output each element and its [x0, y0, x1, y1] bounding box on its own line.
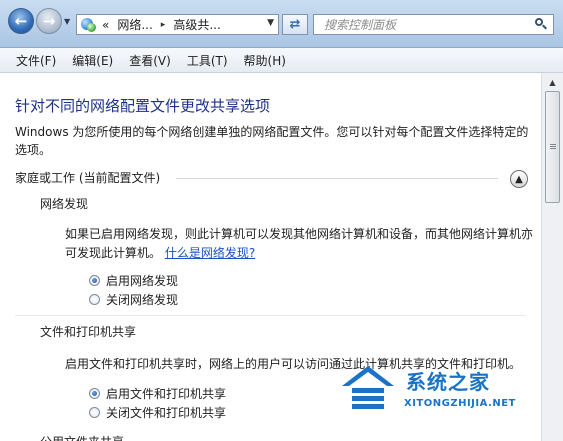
- page-description: Windows 为您所使用的每个网络创建单独的网络配置文件。您可以针对每个配置文…: [15, 125, 529, 157]
- navigation-bar: ← → ▼ « 网络... ▸ 高级共... ▼ ⇄: [0, 0, 563, 48]
- menu-tools[interactable]: 工具(T): [179, 52, 236, 69]
- collapse-section-button[interactable]: ▲: [510, 170, 528, 188]
- search-icon[interactable]: [535, 18, 547, 30]
- network-globe-icon: [80, 17, 98, 33]
- breadcrumb-advanced-sharing[interactable]: 高级共...: [173, 16, 220, 33]
- breadcrumb-separator-icon[interactable]: ▸: [161, 20, 166, 30]
- history-dropdown-icon[interactable]: ▼: [64, 17, 70, 26]
- public-folder-sharing-title: 公用文件夹共享: [40, 433, 124, 441]
- radio-disable-file-printer-sharing[interactable]: 关闭文件和打印机共享: [89, 404, 226, 421]
- watermark-brand: 系统之家: [406, 370, 490, 394]
- menu-file[interactable]: 文件(F): [0, 52, 64, 69]
- page-title: 针对不同的网络配置文件更改共享选项: [15, 97, 271, 115]
- menu-edit[interactable]: 编辑(E): [64, 52, 121, 69]
- address-prefix[interactable]: «: [102, 18, 109, 32]
- subsection-divider: [15, 315, 525, 316]
- network-discovery-help-link[interactable]: 什么是网络发现?: [165, 246, 255, 260]
- radio-button-selected[interactable]: [89, 388, 100, 399]
- section-divider: [176, 178, 498, 179]
- breadcrumb-network[interactable]: 网络...: [117, 16, 152, 33]
- radio-button-selected[interactable]: [89, 275, 100, 286]
- radio-enable-file-printer-sharing[interactable]: 启用文件和打印机共享: [89, 385, 226, 402]
- refresh-icon: ⇄: [289, 17, 301, 32]
- network-discovery-desc: 如果已启用网络发现，则此计算机可以发现其他网络计算机和设备，而其他网络计算机亦可…: [65, 227, 534, 260]
- search-box[interactable]: [313, 14, 554, 35]
- address-bar[interactable]: « 网络... ▸ 高级共... ▼: [76, 14, 279, 35]
- network-discovery-title: 网络发现: [40, 197, 89, 211]
- file-printer-sharing-title: 文件和打印机共享: [40, 325, 137, 339]
- radio-label: 启用文件和打印机共享: [106, 387, 227, 401]
- chevron-up-icon: ▲: [515, 173, 523, 185]
- profile-section-title: 家庭或工作 (当前配置文件): [15, 171, 161, 185]
- scrollbar-thumb[interactable]: [545, 91, 560, 203]
- radio-label: 启用网络发现: [106, 274, 179, 288]
- search-input[interactable]: [322, 16, 526, 33]
- refresh-button[interactable]: ⇄: [282, 14, 308, 35]
- watermark-url: XITONGZHIJIA.NET: [404, 398, 516, 409]
- house-logo-icon: [342, 366, 394, 409]
- menu-bar: 文件(F) 编辑(E) 查看(V) 工具(T) 帮助(H): [0, 48, 563, 73]
- arrow-left-icon: ←: [14, 12, 28, 30]
- address-dropdown-icon[interactable]: ▼: [267, 18, 274, 28]
- arrow-right-icon: →: [42, 12, 56, 30]
- menu-help[interactable]: 帮助(H): [236, 52, 294, 69]
- network-discovery-text: 如果已启用网络发现，则此计算机可以发现其他网络计算机和设备，而其他网络计算机亦可…: [65, 225, 535, 263]
- vertical-scrollbar[interactable]: ▲: [541, 73, 563, 441]
- radio-button[interactable]: [89, 407, 100, 418]
- radio-button[interactable]: [89, 294, 100, 305]
- menu-view[interactable]: 查看(V): [121, 52, 179, 69]
- radio-disable-network-discovery[interactable]: 关闭网络发现: [89, 291, 178, 308]
- back-button[interactable]: ←: [8, 8, 34, 34]
- radio-label: 关闭网络发现: [106, 293, 179, 307]
- scroll-up-icon[interactable]: ▲: [545, 75, 560, 90]
- radio-enable-network-discovery[interactable]: 启用网络发现: [89, 272, 178, 289]
- site-watermark: 系统之家 XITONGZHIJIA.NET: [340, 360, 540, 420]
- forward-button[interactable]: →: [36, 8, 62, 34]
- radio-label: 关闭文件和打印机共享: [106, 406, 227, 420]
